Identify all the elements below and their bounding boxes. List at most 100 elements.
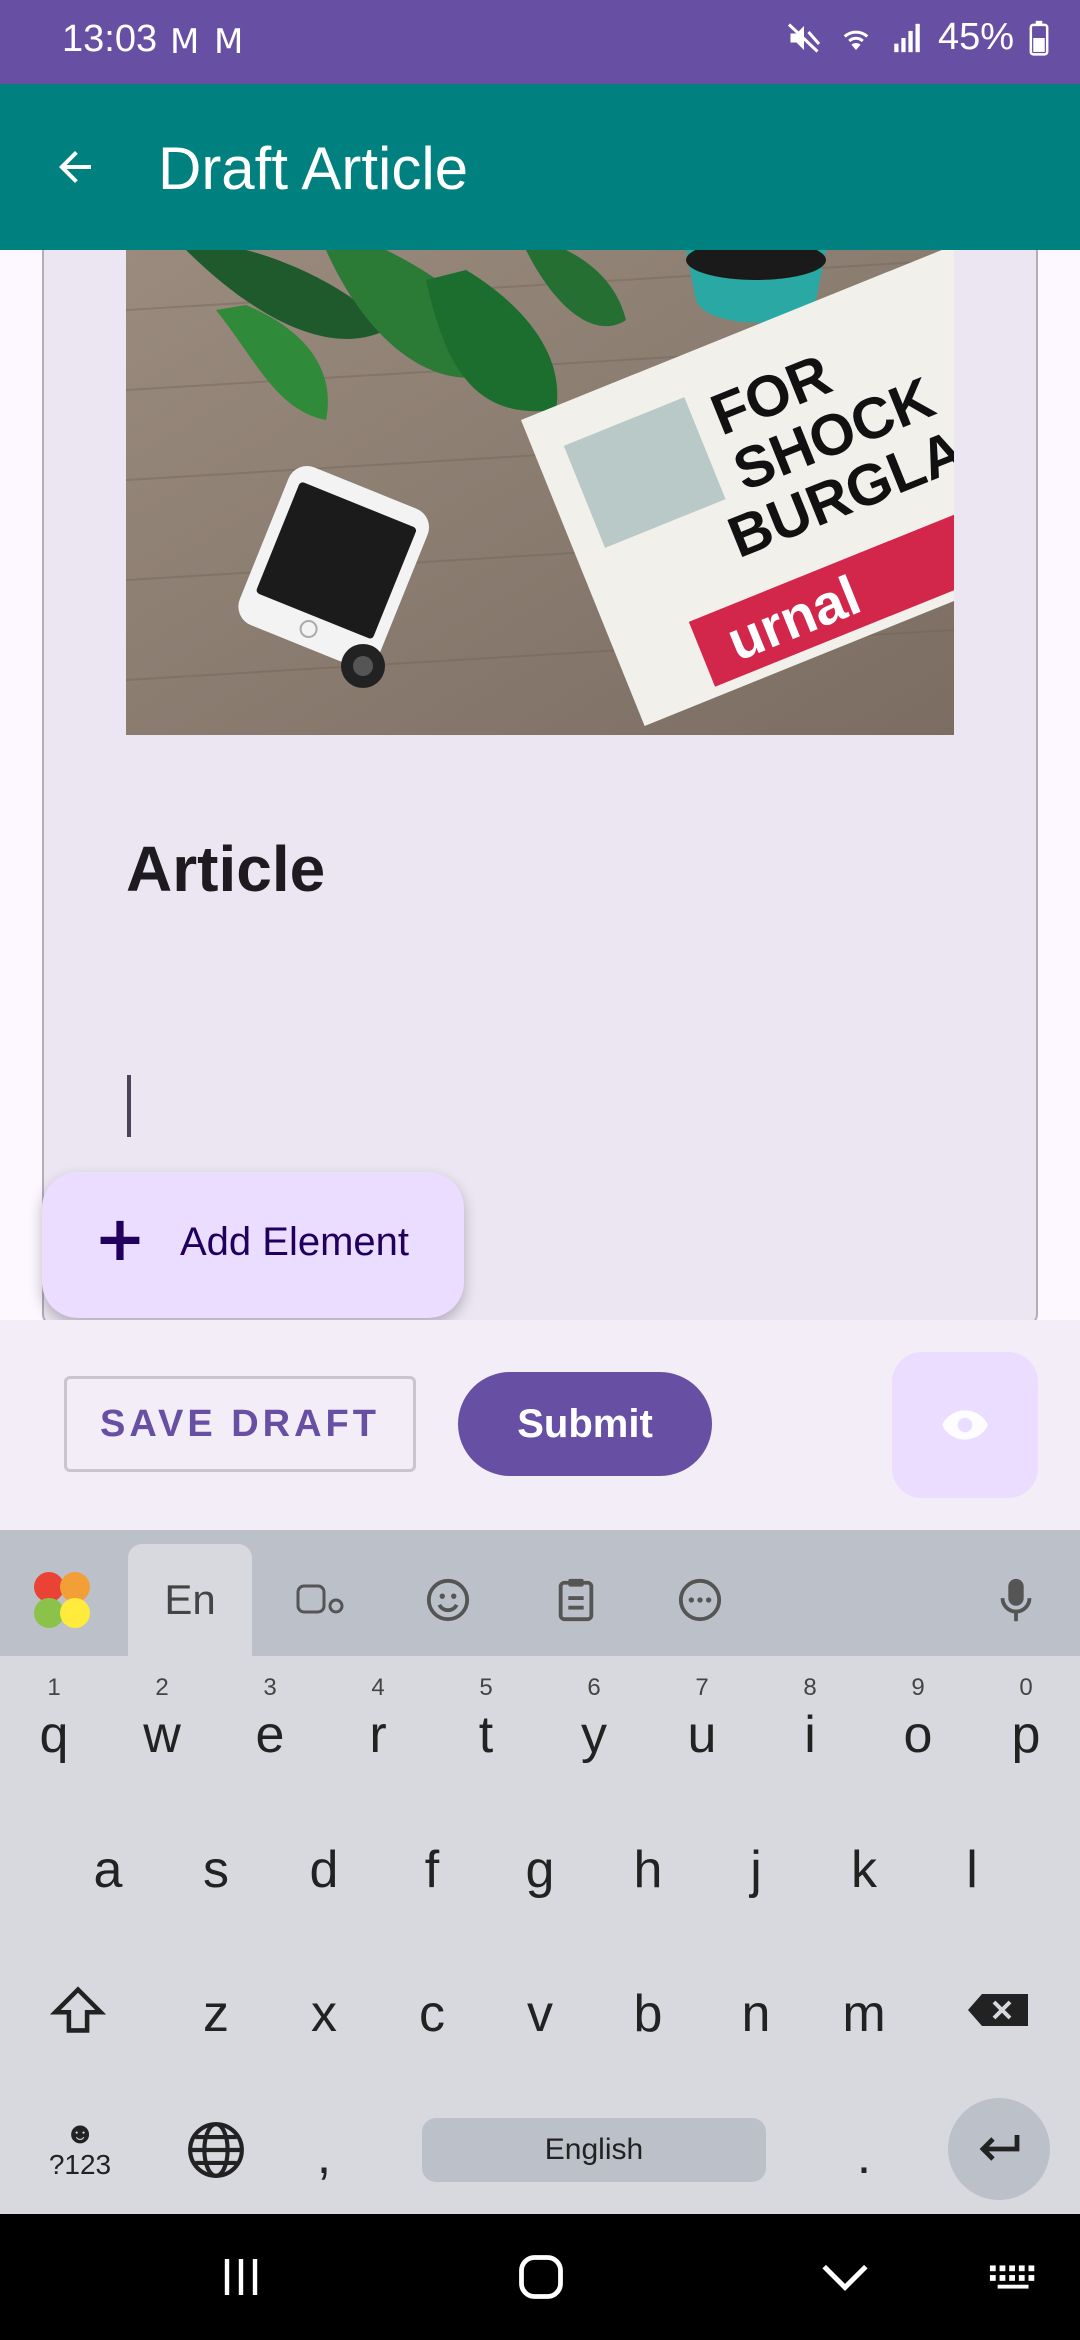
backspace-key[interactable]	[950, 1950, 1046, 2070]
key-a[interactable]: a	[60, 1810, 156, 1930]
eye-icon	[942, 1410, 988, 1440]
key-b[interactable]: b	[600, 1954, 696, 2074]
key-hint: 7	[695, 1674, 709, 1701]
key-f[interactable]: f	[384, 1810, 480, 1930]
keyboard-toolbar: En	[0, 1530, 1080, 1656]
key-label: o	[903, 1706, 933, 1764]
keyboard-toggle-button[interactable]	[970, 2244, 1060, 2310]
arrow-back-icon	[59, 151, 91, 183]
key-g[interactable]: g	[492, 1810, 588, 1930]
battery-percent: 45%	[937, 16, 1014, 58]
key-hint: 3	[263, 1674, 277, 1701]
key-x[interactable]: x	[276, 1954, 372, 2074]
language-switch-key[interactable]	[168, 2090, 264, 2210]
key-hint: 0	[1019, 1674, 1033, 1701]
status-time: 13:03	[62, 18, 158, 60]
handwriting-icon[interactable]	[258, 1544, 382, 1656]
symbols-key[interactable]: ☻ ?123	[32, 2090, 128, 2210]
shift-key[interactable]	[30, 1950, 126, 2070]
key-label: t	[478, 1706, 494, 1764]
key-o[interactable]: 9o	[870, 1660, 966, 1780]
key-k[interactable]: k	[816, 1810, 912, 1930]
back-button[interactable]	[40, 124, 110, 210]
key-v[interactable]: v	[492, 1954, 588, 2074]
space-bar[interactable]: English	[422, 2118, 766, 2182]
add-element-label: Add Element	[180, 1220, 410, 1264]
key-n[interactable]: n	[708, 1954, 804, 2074]
key-e[interactable]: 3e	[222, 1660, 318, 1780]
key-label: e	[255, 1706, 285, 1764]
soft-keyboard: En 1q 2w 3e 4r 5t 6y 7u 8i 9o 0p a s d f…	[0, 1530, 1080, 2214]
editor-scroll-area[interactable]: FOR SHOCK BURGLARY urnal Article + Add E…	[0, 250, 1080, 1320]
key-h[interactable]: h	[600, 1810, 696, 1930]
mail-icon: M	[214, 22, 244, 62]
mute-icon	[787, 22, 821, 53]
key-m[interactable]: m	[816, 1954, 912, 2074]
key-label: y	[581, 1706, 607, 1764]
save-draft-button[interactable]: SAVE DRAFT	[64, 1376, 416, 1472]
key-label: p	[1011, 1706, 1041, 1764]
language-tab[interactable]: En	[128, 1544, 252, 1656]
plus-icon: +	[94, 1202, 146, 1275]
app-logo-icon[interactable]	[0, 1544, 124, 1656]
key-y[interactable]: 6y	[546, 1660, 642, 1780]
action-bar: SAVE DRAFT Submit	[0, 1320, 1080, 1530]
period-key[interactable]: .	[816, 2096, 912, 2216]
symbols-label: ?123	[48, 2149, 112, 2180]
key-u[interactable]: 7u	[654, 1660, 750, 1780]
key-i[interactable]: 8i	[762, 1660, 858, 1780]
system-nav-bar	[0, 2214, 1080, 2340]
home-icon	[519, 2255, 563, 2299]
article-cover-image[interactable]: FOR SHOCK BURGLARY urnal	[126, 250, 954, 735]
backspace-icon	[968, 1994, 1028, 2026]
key-r[interactable]: 4r	[330, 1660, 426, 1780]
key-z[interactable]: z	[168, 1954, 264, 2074]
key-q[interactable]: 1q	[6, 1660, 102, 1780]
key-w[interactable]: 2w	[114, 1660, 210, 1780]
preview-button[interactable]	[892, 1352, 1038, 1498]
enter-key[interactable]	[948, 2098, 1050, 2200]
key-hint: 6	[587, 1674, 601, 1701]
home-button[interactable]	[496, 2244, 586, 2310]
article-heading[interactable]: Article	[126, 832, 325, 906]
keyboard-icon	[989, 2265, 1035, 2289]
key-label: q	[39, 1706, 69, 1764]
globe-icon	[188, 2122, 244, 2178]
key-j[interactable]: j	[708, 1810, 804, 1930]
microphone-icon[interactable]	[954, 1544, 1078, 1656]
key-p[interactable]: 0p	[978, 1660, 1074, 1780]
key-hint: 5	[479, 1674, 493, 1701]
key-label: r	[369, 1706, 387, 1764]
key-label: u	[687, 1706, 717, 1764]
battery-icon	[1029, 20, 1049, 56]
clipboard-icon[interactable]	[514, 1544, 638, 1656]
key-s[interactable]: s	[168, 1810, 264, 1930]
wifi-icon	[843, 30, 869, 50]
app-bar: Draft Article	[0, 84, 1080, 250]
submit-button[interactable]: Submit	[458, 1372, 712, 1476]
key-l[interactable]: l	[924, 1810, 1020, 1930]
key-hint: 1	[47, 1674, 61, 1701]
key-hint: 2	[155, 1674, 169, 1701]
text-cursor	[127, 1075, 131, 1137]
signal-icon	[894, 23, 920, 52]
key-c[interactable]: c	[384, 1954, 480, 2074]
page-title: Draft Article	[158, 135, 469, 202]
key-label: w	[143, 1706, 181, 1764]
comma-key[interactable]: ,	[276, 2096, 372, 2216]
recents-button[interactable]	[196, 2244, 286, 2310]
key-d[interactable]: d	[276, 1810, 372, 1930]
add-element-button[interactable]: + Add Element	[42, 1172, 464, 1318]
emoji-icon[interactable]	[386, 1544, 510, 1656]
back-nav-button[interactable]	[800, 2244, 890, 2310]
key-t[interactable]: 5t	[438, 1660, 534, 1780]
mail-icon: M	[170, 22, 200, 62]
shift-icon	[50, 1986, 106, 2033]
key-label: i	[804, 1706, 816, 1764]
chevron-down-icon	[822, 2264, 868, 2291]
key-hint: 8	[803, 1674, 817, 1701]
key-hint: 4	[371, 1674, 385, 1701]
smile-icon: ☻	[64, 2117, 96, 2150]
key-hint: 9	[911, 1674, 925, 1701]
more-options-icon[interactable]	[638, 1544, 762, 1656]
